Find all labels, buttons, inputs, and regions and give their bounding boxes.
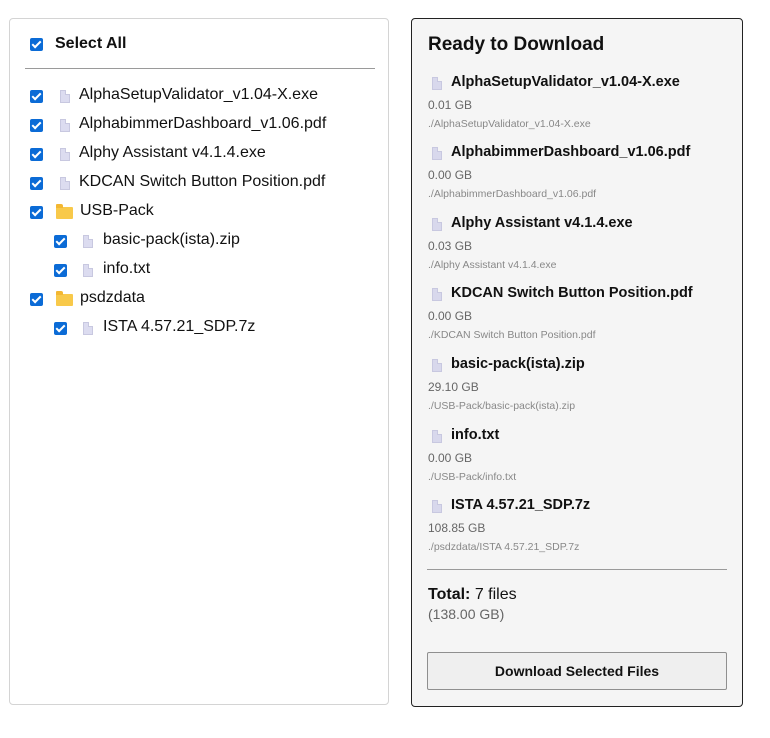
tree-item-file[interactable]: KDCAN Switch Button Position.pdf <box>30 173 360 195</box>
folder-icon <box>56 204 73 219</box>
tree-item-folder[interactable]: USB-Pack <box>30 202 360 224</box>
file-icon <box>60 177 70 190</box>
file-icon <box>60 148 70 161</box>
item-label: ISTA 4.57.21_SDP.7z <box>103 318 256 335</box>
tree-item-folder[interactable]: psdzdata <box>30 289 360 311</box>
panel-title: Ready to Download <box>428 34 605 55</box>
download-item: basic-pack(ista).zip 29.10 GB ./USB-Pack… <box>428 355 728 412</box>
download-item-path: ./Alphy Assistant v4.1.4.exe <box>428 259 557 271</box>
download-item-name: AlphaSetupValidator_v1.04-X.exe <box>451 74 680 90</box>
download-item-path: ./KDCAN Switch Button Position.pdf <box>428 329 596 341</box>
item-label: Alphy Assistant v4.1.4.exe <box>79 144 266 161</box>
download-item-path: ./AlphabimmerDashboard_v1.06.pdf <box>428 188 597 200</box>
item-checkbox[interactable] <box>54 264 67 277</box>
divider <box>427 569 727 570</box>
file-icon <box>432 147 442 160</box>
download-item: AlphaSetupValidator_v1.04-X.exe 0.01 GB … <box>428 73 728 130</box>
download-item-path: ./psdzdata/ISTA 4.57.21_SDP.7z <box>428 541 580 553</box>
item-checkbox[interactable] <box>54 235 67 248</box>
download-item-size: 0.03 GB <box>428 239 473 253</box>
item-label: KDCAN Switch Button Position.pdf <box>79 173 326 190</box>
download-summary-panel: Ready to Download AlphaSetupValidator_v1… <box>411 18 743 707</box>
folder-icon <box>56 291 73 306</box>
download-item: ISTA 4.57.21_SDP.7z 108.85 GB ./psdzdata… <box>428 496 728 553</box>
download-item-name: Alphy Assistant v4.1.4.exe <box>451 215 633 231</box>
download-item-size: 0.01 GB <box>428 98 473 112</box>
file-icon <box>432 430 442 443</box>
item-checkbox[interactable] <box>30 119 43 132</box>
download-item: AlphabimmerDashboard_v1.06.pdf 0.00 GB .… <box>428 143 728 200</box>
download-item-name: basic-pack(ista).zip <box>451 356 585 372</box>
item-checkbox[interactable] <box>30 293 43 306</box>
download-item-name: info.txt <box>451 427 500 443</box>
item-checkbox[interactable] <box>30 90 43 103</box>
download-item-name: KDCAN Switch Button Position.pdf <box>451 285 693 301</box>
item-label: info.txt <box>103 260 151 277</box>
tree-item-file[interactable]: info.txt <box>54 260 360 282</box>
download-item-path: ./AlphaSetupValidator_v1.04-X.exe <box>428 118 591 130</box>
download-item-size: 108.85 GB <box>428 521 486 535</box>
file-icon <box>432 359 442 372</box>
file-icon <box>60 90 70 103</box>
divider <box>25 68 375 69</box>
file-icon <box>432 218 442 231</box>
download-item: KDCAN Switch Button Position.pdf 0.00 GB… <box>428 284 728 341</box>
tree-item-file[interactable]: AlphabimmerDashboard_v1.06.pdf <box>30 115 360 137</box>
item-label: USB-Pack <box>80 202 154 219</box>
download-item-path: ./USB-Pack/info.txt <box>428 471 517 483</box>
item-label: AlphaSetupValidator_v1.04-X.exe <box>79 86 318 103</box>
item-label: psdzdata <box>80 289 145 306</box>
item-checkbox[interactable] <box>54 322 67 335</box>
download-selected-button[interactable]: Download Selected Files <box>427 652 727 690</box>
tree-item-file[interactable]: Alphy Assistant v4.1.4.exe <box>30 144 360 166</box>
total-summary: Total: 7 files <box>428 586 517 604</box>
item-checkbox[interactable] <box>30 177 43 190</box>
download-item: Alphy Assistant v4.1.4.exe 0.03 GB ./Alp… <box>428 214 728 271</box>
tree-item-file[interactable]: basic-pack(ista).zip <box>54 231 360 253</box>
download-item: info.txt 0.00 GB ./USB-Pack/info.txt <box>428 426 728 483</box>
file-icon <box>83 322 93 335</box>
download-item-size: 0.00 GB <box>428 309 473 323</box>
select-all-label: Select All <box>55 35 127 52</box>
item-label: basic-pack(ista).zip <box>103 231 240 248</box>
file-icon <box>432 500 442 513</box>
tree-item-file[interactable]: AlphaSetupValidator_v1.04-X.exe <box>30 86 360 108</box>
file-icon <box>60 119 70 132</box>
file-tree-panel: Select All AlphaSetupValidator_v1.04-X.e… <box>9 18 389 705</box>
download-item-size: 0.00 GB <box>428 168 473 182</box>
item-checkbox[interactable] <box>30 206 43 219</box>
total-size: (138.00 GB) <box>428 606 505 622</box>
file-icon <box>83 235 93 248</box>
tree-item-file[interactable]: ISTA 4.57.21_SDP.7z <box>54 318 360 340</box>
download-item-path: ./USB-Pack/basic-pack(ista).zip <box>428 400 576 412</box>
total-count: 7 files <box>474 586 517 603</box>
download-item-size: 29.10 GB <box>428 380 479 394</box>
download-item-size: 0.00 GB <box>428 451 473 465</box>
file-icon <box>432 77 442 90</box>
item-label: AlphabimmerDashboard_v1.06.pdf <box>79 115 327 132</box>
download-item-name: AlphabimmerDashboard_v1.06.pdf <box>451 144 691 160</box>
item-checkbox[interactable] <box>30 148 43 161</box>
select-all-checkbox[interactable] <box>30 38 43 51</box>
download-item-name: ISTA 4.57.21_SDP.7z <box>451 497 591 513</box>
file-icon <box>432 288 442 301</box>
total-label: Total: <box>428 586 471 603</box>
file-icon <box>83 264 93 277</box>
